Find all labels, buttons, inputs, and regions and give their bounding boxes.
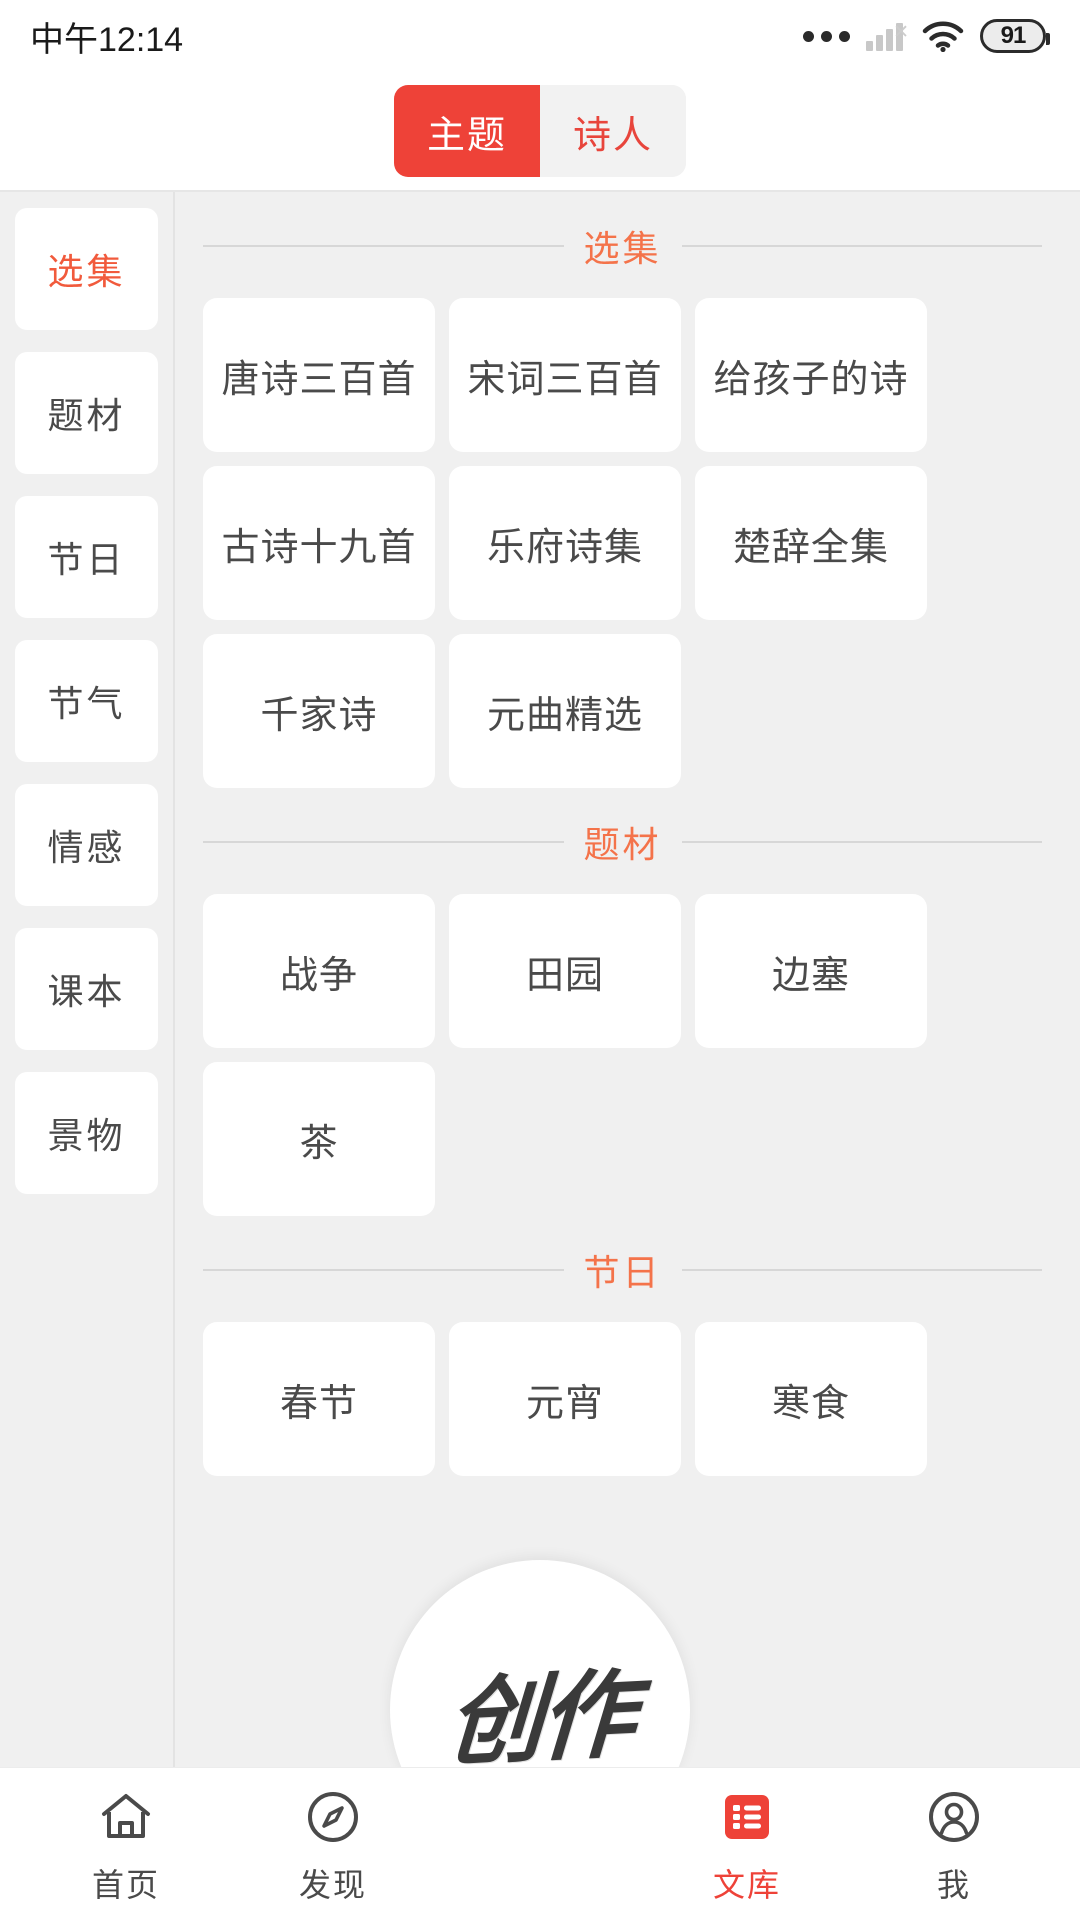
section-title: 节日 [583,1252,662,1293]
grid-subject: 战争 田园 边塞 茶 [175,894,1080,1216]
nav-item-profile[interactable]: 我 [864,1786,1044,1906]
grid-item[interactable]: 千家诗 [203,634,435,788]
status-time: 中午12:14 [30,20,184,59]
grid-item[interactable]: 元宵 [449,1322,681,1476]
grid-anthology: 唐诗三百首 宋词三百首 给孩子的诗 古诗十九首 乐府诗集 楚辞全集 千家诗 元曲… [175,298,1080,788]
grid-item[interactable]: 给孩子的诗 [695,298,927,452]
sidebar-item-solarterm[interactable]: 节气 [15,640,158,762]
category-grid-panel[interactable]: 选集 唐诗三百首 宋词三百首 给孩子的诗 古诗十九首 乐府诗集 楚辞全集 千家诗… [175,192,1080,1768]
segmented-control: 主题 诗人 [394,85,686,177]
battery-icon: 91 [980,19,1050,53]
status-icons: ✕ 91 [803,19,1050,53]
top-tab-bar: 主题 诗人 [0,72,1080,190]
battery-level: 91 [1000,22,1027,49]
more-dots-icon [803,30,850,42]
sidebar-item-scenery[interactable]: 景物 [15,1072,158,1194]
sidebar-item-anthology[interactable]: 选集 [15,208,158,330]
grid-item[interactable]: 古诗十九首 [203,466,435,620]
sidebar-item-textbook[interactable]: 课本 [15,928,158,1050]
divider-left [203,245,564,247]
nav-label: 文库 [712,1867,781,1903]
section-title: 题材 [583,824,662,865]
sidebar-item-festival[interactable]: 节日 [15,496,158,618]
nav-item-discover[interactable]: 发现 [243,1786,423,1906]
create-fab-label: 创作 [444,1656,635,1780]
library-list-icon [719,1786,775,1848]
section-header-subject: 题材 [175,788,1080,894]
divider-right [681,841,1043,843]
content-area: 选集 题材 节日 节气 情感 课本 景物 选集 唐诗三百首 宋词三百首 给孩子的… [0,190,1080,1768]
status-bar: 中午12:14 ✕ 91 [0,0,1080,72]
nav-item-library[interactable]: 文库 [657,1786,837,1906]
grid-item[interactable]: 茶 [203,1062,435,1216]
divider-left [203,1269,564,1271]
wifi-icon [922,20,964,53]
grid-festival: 春节 元宵 寒食 [175,1322,1080,1476]
nav-item-home[interactable]: 首页 [36,1786,216,1906]
tab-theme[interactable]: 主题 [394,85,540,177]
sidebar-item-subject[interactable]: 题材 [15,352,158,474]
grid-item[interactable]: 战争 [203,894,435,1048]
category-sidebar[interactable]: 选集 题材 节日 节气 情感 课本 景物 [0,192,175,1768]
signal-no-service-icon: ✕ [866,21,909,51]
grid-item[interactable]: 田园 [449,894,681,1048]
compass-icon [305,1786,361,1848]
sidebar-item-emotion[interactable]: 情感 [15,784,158,906]
section-header-festival: 节日 [175,1216,1080,1322]
grid-item[interactable]: 唐诗三百首 [203,298,435,452]
nav-label: 发现 [298,1867,367,1903]
nav-label: 首页 [91,1867,160,1903]
divider-right [681,245,1043,247]
grid-item[interactable]: 乐府诗集 [449,466,681,620]
divider-right [681,1269,1043,1271]
grid-item[interactable]: 宋词三百首 [449,298,681,452]
app-screen: 中午12:14 ✕ 91 主题 诗人 选集 题材 节日 节气 情感 课本 景物 … [0,0,1080,1920]
grid-item[interactable]: 元曲精选 [449,634,681,788]
divider-left [203,841,564,843]
tab-poet[interactable]: 诗人 [540,85,686,177]
grid-item[interactable]: 春节 [203,1322,435,1476]
grid-item[interactable]: 寒食 [695,1322,927,1476]
home-icon [98,1786,154,1848]
nav-label: 我 [936,1867,971,1903]
grid-item[interactable]: 边塞 [695,894,927,1048]
user-profile-icon [926,1786,982,1848]
grid-item[interactable]: 楚辞全集 [695,466,927,620]
bottom-nav-bar: 首页 发现 文库 我 [0,1768,1080,1920]
section-header-anthology: 选集 [175,192,1080,298]
section-title: 选集 [583,228,662,269]
